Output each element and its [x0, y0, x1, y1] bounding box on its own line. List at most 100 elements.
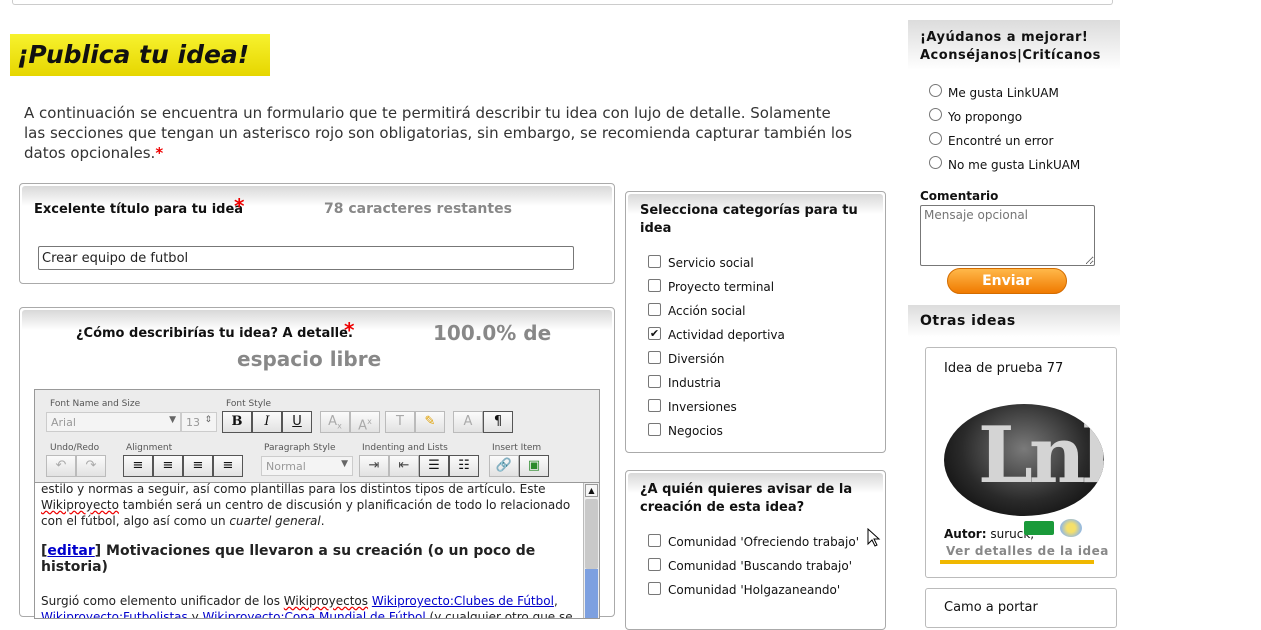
font-size-select[interactable]: 13 ⇕: [181, 412, 217, 432]
align-center-icon[interactable]: ≡: [153, 455, 183, 477]
font-name-value: Arial: [51, 416, 76, 429]
indent-group-label: Indenting and Lists: [362, 443, 448, 453]
indent-icon[interactable]: ⇥: [359, 455, 389, 477]
idea-card-2[interactable]: Camo a portar: [925, 588, 1117, 628]
editor-content[interactable]: estilo y normas a seguir, así como plant…: [41, 482, 585, 619]
idea-card-2-title[interactable]: Camo a portar: [944, 600, 1038, 615]
remove-format-icon[interactable]: A: [453, 411, 483, 433]
paragraph-marks-button[interactable]: ¶: [483, 411, 513, 433]
notify-label: Comunidad 'Ofreciendo trabajo': [668, 535, 860, 549]
category-label: Actividad deportiva: [668, 328, 785, 342]
italic-button[interactable]: I: [252, 411, 282, 433]
category-checkbox[interactable]: [648, 255, 661, 268]
para1-part-a: estilo y normas a seguir, así como plant…: [41, 482, 546, 496]
notify-checkbox[interactable]: [648, 534, 661, 547]
idea-author: Autor: suruck,: [944, 527, 1034, 541]
comment-textarea[interactable]: [920, 205, 1095, 266]
category-checkbox[interactable]: [648, 399, 661, 412]
category-checkbox[interactable]: [648, 423, 661, 436]
subscript-button[interactable]: Ax: [320, 411, 350, 433]
category-checkbox[interactable]: [648, 375, 661, 388]
feedback-option-label: Yo propongo: [948, 110, 1023, 124]
undo-icon[interactable]: ↶: [46, 455, 76, 477]
weather-icon: [1060, 519, 1082, 537]
paragraph-style-select[interactable]: Normal ▼: [261, 456, 353, 476]
feedback-radio[interactable]: [929, 84, 942, 97]
spinner-icon: ⇕: [204, 415, 212, 425]
space-free-line2: espacio libre: [237, 347, 382, 371]
feedback-option-label: No me gusta LinkUAM: [948, 158, 1081, 172]
text-color-icon[interactable]: T: [385, 411, 415, 433]
bullet-list-icon[interactable]: ☰: [419, 455, 449, 477]
description-required-asterisk: *: [344, 318, 355, 342]
category-checkbox[interactable]: ✔: [648, 327, 661, 340]
numbered-list-icon[interactable]: ☷: [449, 455, 479, 477]
feedback-title-line1: ¡Ayúdanos a mejorar!: [920, 30, 1089, 45]
bold-button[interactable]: B: [222, 411, 252, 433]
editor-scrollbar[interactable]: ▲: [583, 483, 599, 618]
para1-part-e: .: [320, 514, 325, 528]
category-label: Industria: [668, 376, 721, 390]
linkuam-logo: Lnk: [944, 404, 1104, 516]
feedback-radio[interactable]: [929, 156, 942, 169]
para2-part-b: Wikiproyectos: [283, 594, 369, 608]
highlight-icon[interactable]: ✎: [415, 411, 445, 433]
idea-card-title[interactable]: Idea de prueba 77: [944, 361, 1063, 376]
category-label: Servicio social: [668, 256, 754, 270]
category-checkbox[interactable]: [648, 303, 661, 316]
idea-title-input[interactable]: [38, 246, 574, 270]
para2-part-f: (y cualquier otro que se: [425, 610, 573, 619]
scrollbar-thumb[interactable]: [585, 569, 598, 618]
details-underline: [940, 560, 1094, 564]
align-justify-icon[interactable]: ≡: [213, 455, 243, 477]
page-title: ¡Publica tu idea!: [17, 40, 250, 69]
feedback-option-label: Me gusta LinkUAM: [948, 86, 1059, 100]
categories-title: Selecciona categorías para tu idea: [640, 203, 858, 236]
uam-logo-icon: [1024, 521, 1054, 535]
undo-group-label: Undo/Redo: [50, 443, 100, 453]
details-link[interactable]: Ver detalles de la idea: [946, 544, 1109, 558]
logo-text: Lnk: [978, 410, 1104, 501]
font-size-value: 13: [186, 416, 200, 429]
top-bar: [12, 0, 1113, 5]
notify-label: Comunidad 'Holgazaneando': [668, 583, 841, 597]
para2-part-e: y: [187, 610, 203, 619]
align-right-icon[interactable]: ≡: [183, 455, 213, 477]
category-checkbox[interactable]: [648, 279, 661, 292]
redo-icon[interactable]: ↷: [76, 455, 106, 477]
feedback-radio[interactable]: [929, 132, 942, 145]
comment-label: Comentario: [920, 189, 999, 203]
underline-button[interactable]: U: [282, 411, 312, 433]
chevron-down-icon: ▼: [169, 415, 176, 425]
scroll-up-icon[interactable]: ▲: [585, 484, 598, 497]
author-label: Autor:: [944, 527, 987, 541]
category-label: Diversión: [668, 352, 725, 366]
notify-checkbox[interactable]: [648, 558, 661, 571]
description-section: ¿Cómo describirías tu idea? A detalle. *…: [19, 307, 615, 619]
link-icon[interactable]: 🔗: [489, 455, 519, 477]
notify-label: Comunidad 'Buscando trabajo': [668, 559, 853, 573]
outdent-icon[interactable]: ⇤: [389, 455, 419, 477]
notify-section: ¿A quién quieres avisar de la creación d…: [625, 470, 886, 630]
align-left-icon[interactable]: ≡: [123, 455, 153, 477]
font-name-select[interactable]: Arial ▼: [46, 412, 181, 432]
category-label: Negocios: [668, 424, 723, 438]
feedback-radio[interactable]: [929, 108, 942, 121]
align-group-label: Alignment: [126, 443, 173, 453]
title-remaining-counter: 78 caracteres restantes: [324, 201, 512, 217]
superscript-button[interactable]: Ax: [350, 411, 380, 433]
link-copa-mundial[interactable]: Wikiproyecto:Copa Mundial de Fútbol: [203, 610, 426, 618]
rich-text-editor[interactable]: Font Name and Size Arial ▼ 13 ⇕ Font Style…: [34, 389, 600, 619]
notify-checkbox[interactable]: [648, 582, 661, 595]
category-label: Acción social: [668, 304, 746, 318]
paragraph-style-value: Normal: [266, 460, 306, 473]
send-button[interactable]: Enviar: [947, 268, 1067, 294]
category-label: Proyecto terminal: [668, 280, 775, 294]
link-clubes[interactable]: Wikiproyecto:Clubes de Fútbol: [372, 594, 554, 608]
link-futbolistas[interactable]: Wikiproyecto:Futbolistas: [41, 610, 188, 618]
edit-link[interactable]: editar: [47, 543, 94, 559]
idea-card[interactable]: Idea de prueba 77 Lnk Autor: suruck, Ver…: [925, 347, 1117, 578]
image-icon[interactable]: ▣: [519, 455, 549, 477]
category-checkbox[interactable]: [648, 351, 661, 364]
notify-title: ¿A quién quieres avisar de la creación d…: [640, 482, 853, 515]
